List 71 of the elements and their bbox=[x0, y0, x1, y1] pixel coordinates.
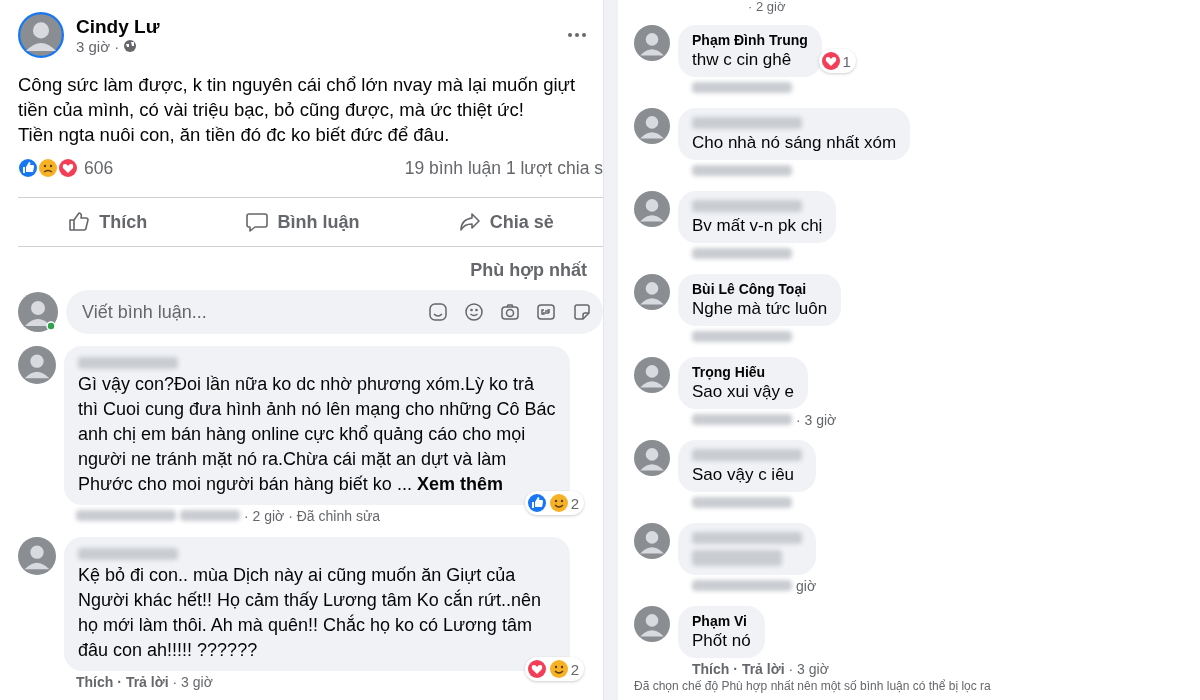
comment-input-field[interactable]: Viết bình luận... bbox=[80, 300, 413, 324]
post-text: Công sức làm được, k tin nguyên cái chổ lớn nvay mà lại muốn giựt tiền của mình, có vài triệu bạc, bỏ cũng được, mà ức thiệt ức! Tiền ngta nuôi con, ăn tiền đó đc ko biết đức để đâu. bbox=[18, 73, 577, 147]
comment-action-link[interactable]: Thích bbox=[692, 660, 730, 677]
avatar-sticker-icon[interactable] bbox=[427, 301, 449, 323]
avatar bbox=[634, 606, 670, 642]
avatar bbox=[634, 523, 670, 559]
avatar bbox=[634, 191, 670, 227]
comment-time: giờ bbox=[796, 577, 817, 594]
sort-dropdown[interactable]: Phù hợp nhất bbox=[464, 259, 593, 282]
avatar bbox=[634, 108, 670, 144]
commenter-name[interactable]: Trọng Hiếu bbox=[692, 363, 795, 381]
avatar bbox=[634, 274, 670, 310]
like-reaction-icon bbox=[526, 493, 547, 513]
comment-action-link[interactable]: · Trả lời bbox=[117, 673, 169, 690]
commenter-name[interactable]: Bùi Lê Công Toại bbox=[692, 280, 828, 298]
comment-text: Nghe mà tức luôn bbox=[692, 298, 828, 320]
comment-composer[interactable]: Viết bình luận... bbox=[66, 290, 603, 334]
commenter-name[interactable]: Phạm Vi bbox=[692, 612, 751, 630]
reaction-summary[interactable]: 1 bbox=[818, 49, 856, 73]
comment-text: Bv mất v-n pk chị bbox=[692, 215, 823, 237]
comment-action-button[interactable]: Bình luận bbox=[239, 209, 366, 235]
reaction-count[interactable]: 606 bbox=[84, 157, 114, 179]
sad-reaction-icon bbox=[38, 158, 58, 178]
comment-time: · 3 giờ bbox=[796, 411, 837, 428]
sticker-icon[interactable] bbox=[571, 301, 593, 323]
emoji-icon[interactable] bbox=[463, 301, 485, 323]
share-action-button[interactable]: Chia sẻ bbox=[451, 209, 560, 235]
love-reaction-icon bbox=[526, 659, 547, 679]
comment-action-link[interactable]: Thích bbox=[76, 673, 114, 690]
share-count[interactable]: 1 lượt chia s bbox=[505, 157, 603, 178]
filter-notice: Đã chọn chế độ Phù hợp nhất nên một số bình luận có thể bị lọc ra bbox=[634, 679, 992, 693]
post-time[interactable]: 3 giờ · bbox=[76, 37, 120, 55]
share-arrow-icon bbox=[457, 210, 482, 234]
reaction-summary[interactable]: 2 bbox=[524, 657, 584, 681]
haha-reaction-icon bbox=[548, 659, 569, 679]
avatar bbox=[18, 292, 58, 332]
camera-icon[interactable] bbox=[499, 301, 521, 323]
comment-text: Cho nhà nó sáng nhất xóm bbox=[692, 132, 897, 154]
avatar bbox=[18, 537, 56, 575]
gif-icon[interactable] bbox=[535, 301, 557, 323]
reaction-count: 2 bbox=[570, 494, 579, 512]
thumbs-up-icon bbox=[67, 210, 92, 234]
comment-count[interactable]: 19 bình luận bbox=[404, 157, 501, 178]
comment-text: thw c cin ghê bbox=[692, 49, 793, 71]
comment-text: Phốt nó bbox=[692, 630, 751, 652]
haha-reaction-icon bbox=[548, 493, 569, 513]
reaction-summary[interactable]: 2 bbox=[524, 491, 584, 515]
avatar bbox=[634, 440, 670, 476]
reaction-count: 1 bbox=[842, 52, 851, 70]
like-reaction-icon bbox=[18, 158, 38, 178]
commenter-name[interactable]: Phạm Đình Trung bbox=[692, 31, 808, 49]
avatar bbox=[634, 25, 670, 61]
more-options-icon[interactable] bbox=[567, 32, 587, 38]
comment-text: Sao xui vậy e bbox=[692, 381, 795, 403]
post-author[interactable]: Cindy Lư bbox=[76, 15, 555, 38]
comment-time: · 2 giờ bbox=[747, 0, 787, 14]
love-reaction-icon bbox=[820, 51, 841, 71]
reaction-count: 2 bbox=[570, 660, 579, 678]
comment-time: · 3 giờ bbox=[172, 673, 213, 690]
blurred-meta bbox=[180, 510, 240, 521]
globe-icon bbox=[123, 39, 138, 53]
avatar bbox=[18, 12, 64, 58]
comment-time: · 3 giờ bbox=[788, 660, 829, 677]
comment-text: Sao vậy c iêu bbox=[692, 464, 796, 486]
comment-time: · 2 giờ · Đã chỉnh sửa bbox=[244, 507, 381, 524]
avatar bbox=[634, 357, 670, 393]
love-reaction-icon bbox=[58, 158, 78, 178]
comment-action-link[interactable]: · Trả lời bbox=[733, 660, 785, 677]
speech-bubble-icon bbox=[245, 210, 270, 234]
avatar bbox=[18, 346, 56, 384]
like-action-button[interactable]: Thích bbox=[61, 209, 154, 235]
